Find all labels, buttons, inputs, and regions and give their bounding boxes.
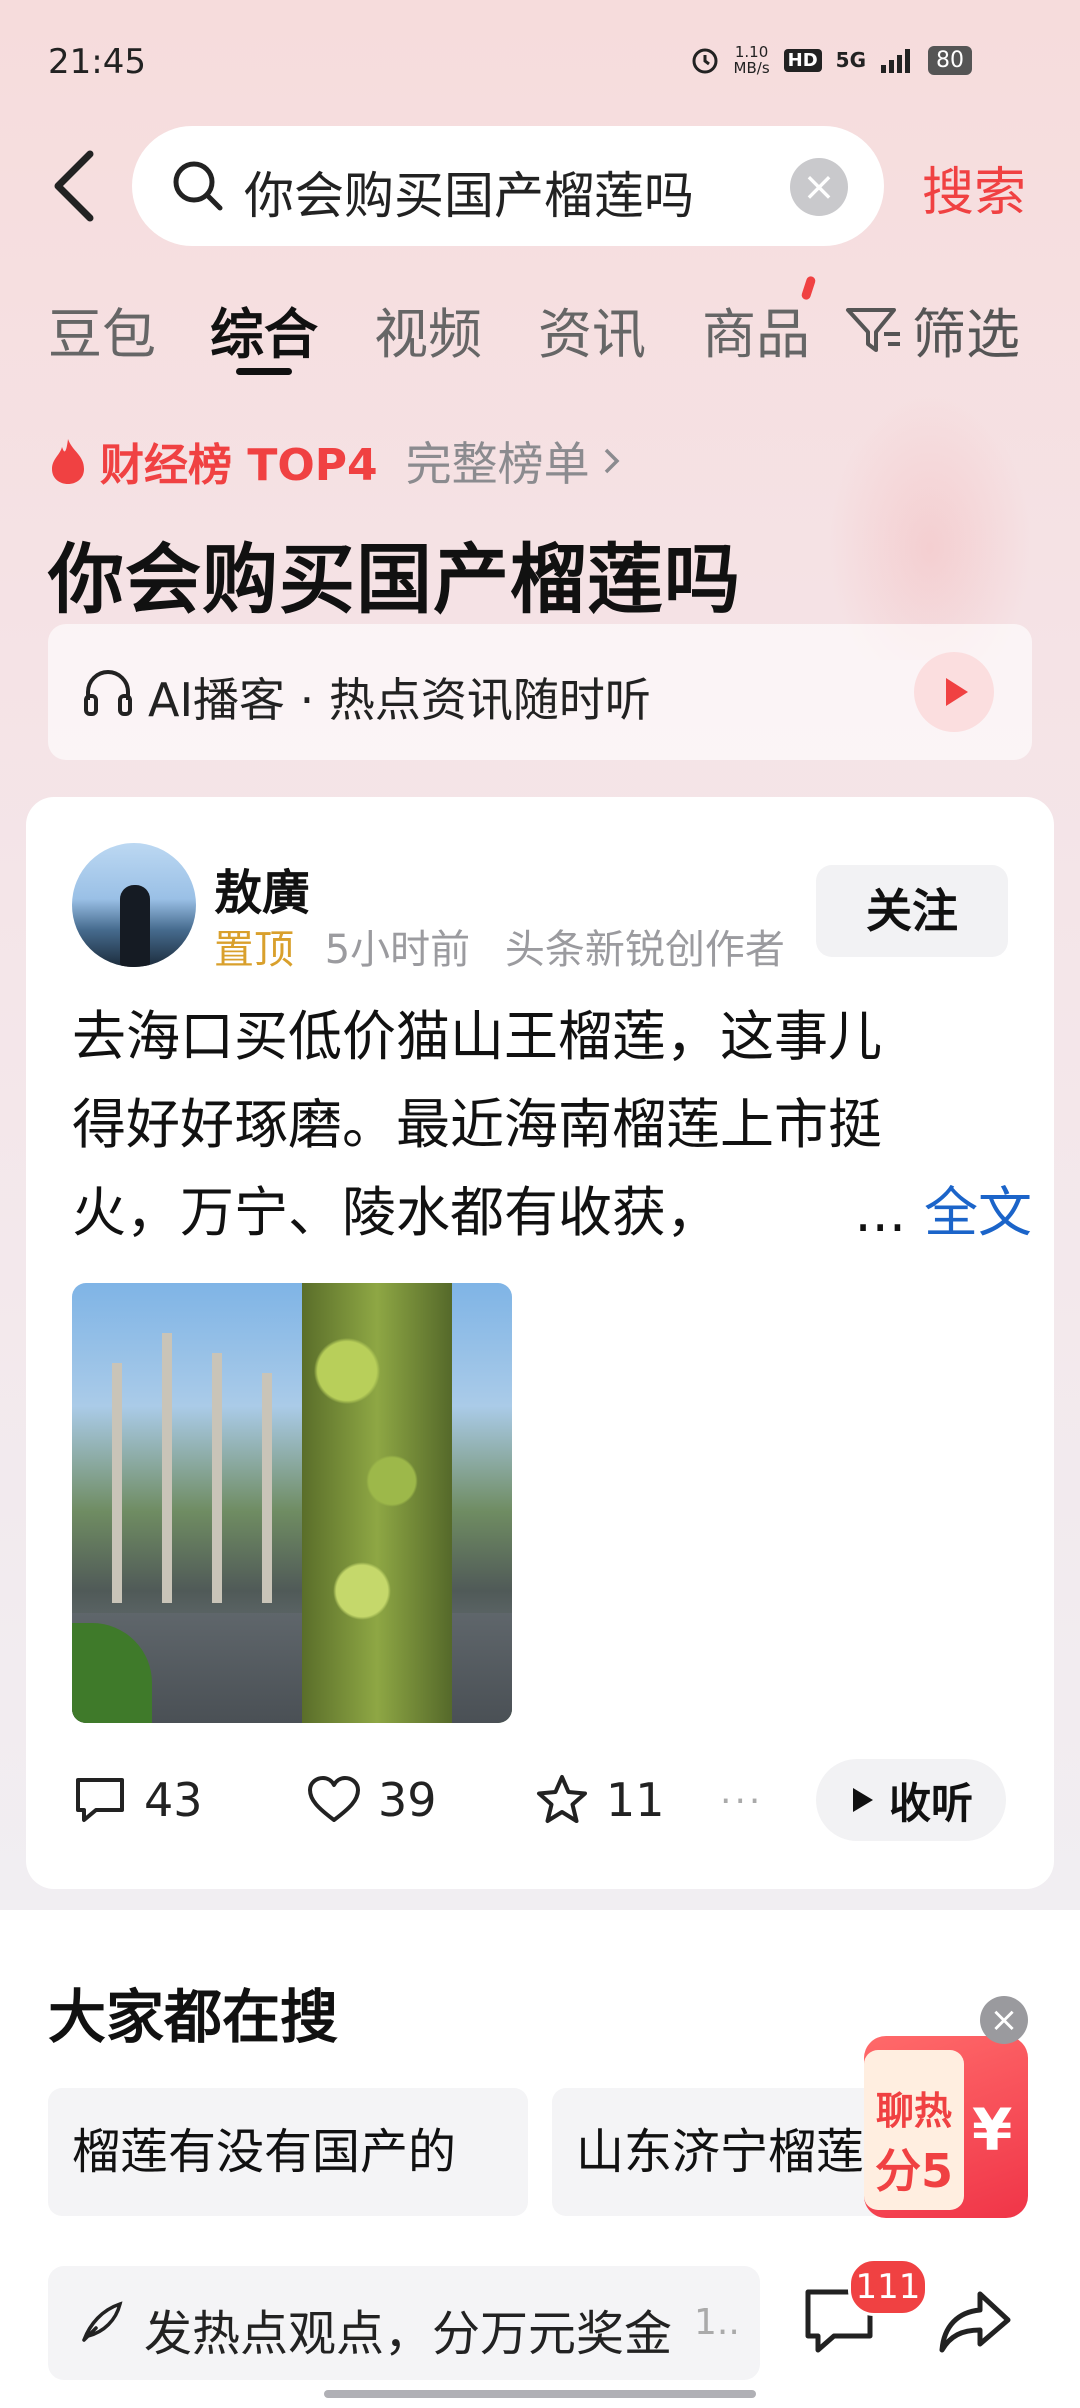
network-speed: 1.10 MB/s: [733, 43, 770, 77]
filter-icon: [846, 307, 900, 352]
comment-button[interactable]: 43: [72, 1773, 203, 1827]
podcast-label: AI播客 · 热点资讯随时听: [148, 673, 651, 727]
flame-icon: [52, 439, 84, 484]
follow-button[interactable]: 关注: [816, 865, 1008, 957]
post-text-line: 火，万宁、陵水都有收获， ... 全文: [72, 1169, 1032, 1257]
red-packet-note: 聊热 分5: [864, 2050, 964, 2210]
star-icon: [537, 1775, 587, 1823]
active-tab-indicator: [236, 368, 292, 375]
ranking-row[interactable]: 财经榜 TOP4 完整榜单: [48, 428, 622, 494]
search-button[interactable]: 搜索: [922, 150, 1026, 225]
comment-count-badge: 111: [848, 2258, 928, 2316]
post-actions: 43 39 11 ··· 收听: [26, 1755, 1054, 1845]
ranking-title: 财经榜 TOP4: [100, 440, 378, 491]
alarm-icon: [692, 48, 718, 74]
related-title: 大家都在搜: [48, 1983, 339, 2051]
comment-placeholder: 发热点观点，分万元奖金: [144, 2306, 673, 2362]
listen-label: 收听: [888, 1778, 973, 1828]
ai-podcast-bar[interactable]: AI播客 · 热点资讯随时听: [48, 624, 1032, 760]
search-icon: [173, 161, 223, 211]
play-icon: [946, 678, 968, 706]
yen-symbol: ¥: [972, 2096, 1013, 2164]
full-ranking-link[interactable]: 完整榜单: [406, 428, 590, 494]
comment-count: 43: [144, 1773, 203, 1827]
heart-icon: [308, 1776, 360, 1822]
author-name[interactable]: 敖廣: [214, 853, 310, 923]
more-options-icon[interactable]: ···: [720, 1781, 763, 1822]
filter-label: 筛选: [912, 303, 1020, 366]
signal-label: 5G: [835, 48, 866, 72]
play-icon: [852, 1788, 873, 1812]
status-icons: 1.10 MB/s HD 5G 80: [690, 44, 972, 76]
flame-decoration: [820, 380, 1040, 660]
input-counter: 1..: [694, 2302, 740, 2343]
comment-input-bar[interactable]: 发热点观点，分万元奖金 1..: [48, 2266, 760, 2380]
post-time: 5小时前: [324, 927, 471, 973]
post-card[interactable]: 敖廣 置顶 5小时前 头条新锐创作者 关注 去海口买低价猫山王榴莲，这事儿 得好…: [26, 797, 1054, 1889]
listen-button[interactable]: 收听: [816, 1759, 1006, 1841]
post-text-line: 去海口买低价猫山王榴莲，这事儿: [72, 1005, 882, 1068]
post-text-line: 得好好琢磨。最近海南榴莲上市挺: [72, 1093, 882, 1156]
search-query-text[interactable]: 你会购买国产榴莲吗: [244, 156, 694, 228]
favorite-button[interactable]: 11: [534, 1773, 665, 1827]
tab-comprehensive[interactable]: 综合: [210, 290, 318, 369]
post-image[interactable]: [72, 1283, 512, 1723]
filter-button[interactable]: 筛选: [844, 290, 1020, 369]
chevron-right-icon: [604, 448, 620, 474]
status-bar: 21:45 1.10 MB/s HD 5G 80: [0, 0, 1080, 125]
share-icon[interactable]: [936, 2282, 1016, 2362]
favorite-count: 11: [606, 1773, 665, 1827]
related-search-chip[interactable]: 山东济宁榴莲: [552, 2088, 906, 2216]
author-avatar[interactable]: [72, 843, 196, 967]
like-count: 39: [378, 1773, 437, 1827]
post-text[interactable]: 去海口买低价猫山王榴莲，这事儿 得好好琢磨。最近海南榴莲上市挺 火，万宁、陵水都…: [72, 993, 1032, 1257]
pinned-label: 置顶: [214, 927, 294, 973]
like-button[interactable]: 39: [306, 1773, 437, 1827]
tab-news[interactable]: 资讯: [538, 290, 646, 369]
topic-headline: 你会购买国产榴莲吗: [48, 535, 741, 624]
tab-doubao[interactable]: 豆包: [48, 290, 156, 369]
podcast-play-button[interactable]: [914, 652, 994, 732]
search-box[interactable]: 你会购买国产榴莲吗 ×: [132, 126, 884, 246]
post-meta: 置顶 5小时前 头条新锐创作者: [214, 917, 785, 975]
close-icon[interactable]: ×: [980, 1996, 1028, 2044]
headphones-icon: [84, 670, 132, 716]
red-packet[interactable]: 聊热 分5 ¥: [864, 2036, 1028, 2218]
clock: 21:45: [48, 42, 146, 82]
full-text-link[interactable]: 全文: [924, 1169, 1032, 1257]
clear-icon[interactable]: ×: [790, 158, 848, 216]
related-search-chip[interactable]: 榴莲有没有国产的: [48, 2088, 528, 2216]
battery-indicator: 80: [928, 45, 972, 75]
author-role: 头条新锐创作者: [504, 927, 785, 973]
home-indicator[interactable]: [324, 2390, 756, 2398]
comment-icon: [76, 1778, 124, 1822]
tab-video[interactable]: 视频: [374, 290, 482, 369]
signal-icon: [881, 49, 910, 73]
ellipsis: ...: [854, 1181, 907, 1244]
pen-icon: [82, 2301, 123, 2342]
red-packet-float[interactable]: 聊热 分5 ¥ ×: [856, 1996, 1028, 2222]
back-arrow-icon[interactable]: [50, 150, 100, 222]
tab-products[interactable]: 商品: [702, 290, 810, 369]
hd-badge: HD: [783, 48, 822, 72]
